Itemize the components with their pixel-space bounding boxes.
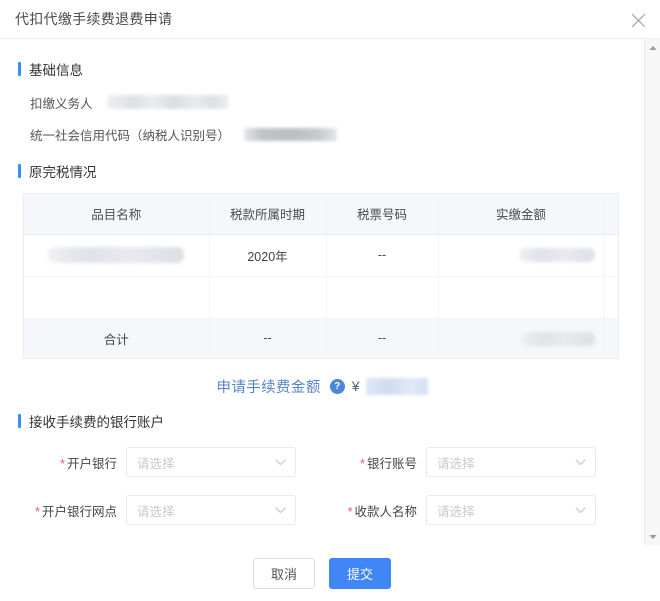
currency-symbol: ¥ xyxy=(351,378,360,394)
value-credit-code-redacted xyxy=(244,127,338,141)
section-header-bank-account: 接收手续费的银行账户 xyxy=(18,411,626,431)
refund-application-dialog: 代扣代缴手续费退费申请 基础信息 扣缴义务人 统一社会信用代码（纳税人识别号） xyxy=(0,0,660,601)
dialog-body: 基础信息 扣缴义务人 统一社会信用代码（纳税人识别号） 原完税情况 品目名称 税… xyxy=(0,39,660,545)
column-header-item-name: 品目名称 xyxy=(24,194,210,235)
form-row-1: * 开户银行 请选择 * 银行账号 请选择 xyxy=(18,447,626,477)
required-mark: * xyxy=(35,504,40,519)
label-text: 银行账号 xyxy=(366,456,417,471)
select-placeholder: 请选择 xyxy=(137,504,175,519)
tax-table-head: 品目名称 税款所属时期 税票号码 实缴金额 xyxy=(24,194,618,235)
cell-tax-period: 2020年 xyxy=(209,234,327,277)
label-text: 开户银行 xyxy=(66,456,117,471)
dialog-scroll-content: 基础信息 扣缴义务人 统一社会信用代码（纳税人识别号） 原完税情况 品目名称 税… xyxy=(0,39,644,545)
cell-spacer xyxy=(604,234,618,277)
dialog-footer: 取消 提交 xyxy=(0,545,660,601)
vertical-scrollbar[interactable] xyxy=(644,39,660,545)
select-placeholder: 请选择 xyxy=(137,456,175,471)
required-mark: * xyxy=(60,456,65,471)
value-item-name-redacted xyxy=(48,247,185,263)
label-payee-name: * 收款人名称 xyxy=(330,501,426,520)
table-row-empty xyxy=(24,276,618,319)
cell-total-tax-period: -- xyxy=(209,318,327,358)
submit-button[interactable]: 提交 xyxy=(329,557,392,589)
section-accent-bar xyxy=(18,414,21,428)
chevron-down-icon xyxy=(275,453,286,471)
chevron-down-icon xyxy=(575,501,586,519)
question-mark-icon[interactable]: ? xyxy=(329,378,345,394)
select-payee-name[interactable]: 请选择 xyxy=(426,495,596,525)
select-opening-bank[interactable]: 请选择 xyxy=(126,447,296,477)
dialog-header: 代扣代缴手续费退费申请 xyxy=(0,0,660,39)
tax-table-body: 2020年 -- 合计 -- -- xyxy=(24,234,618,358)
cell-total-tax-bill-no: -- xyxy=(326,318,439,358)
cell-tax-bill-no: -- xyxy=(326,234,439,277)
scroll-down-arrow-icon[interactable] xyxy=(645,528,660,545)
tax-table-wrapper: 品目名称 税款所属时期 税票号码 实缴金额 2020年 -- 合计 -- -- xyxy=(23,193,619,359)
section-title-original-tax: 原完税情况 xyxy=(29,165,97,180)
label-credit-code: 统一社会信用代码（纳税人识别号） xyxy=(30,128,231,143)
required-mark: * xyxy=(347,504,353,519)
cell-paid-amount xyxy=(438,234,605,277)
label-opening-bank: * 开户银行 xyxy=(30,453,126,472)
section-header-basic-info: 基础信息 xyxy=(18,59,626,79)
section-accent-bar xyxy=(18,164,21,178)
close-icon[interactable] xyxy=(626,8,650,32)
table-total-row: 合计 -- -- xyxy=(24,318,618,358)
value-fee-amount-redacted xyxy=(365,377,428,395)
cancel-button[interactable]: 取消 xyxy=(252,557,315,589)
label-text: 开户银行网点 xyxy=(41,504,117,519)
label-withholding-agent: 扣缴义务人 xyxy=(30,96,93,111)
select-placeholder: 请选择 xyxy=(437,504,475,519)
field-bank-branch: * 开户银行网点 请选择 xyxy=(30,495,330,525)
cell-spacer xyxy=(604,318,618,358)
fee-amount-row: 申请手续费金额 ? ¥ xyxy=(18,375,626,397)
column-header-spacer xyxy=(604,194,618,235)
cell-empty xyxy=(209,276,327,319)
select-bank-branch[interactable]: 请选择 xyxy=(126,495,296,525)
column-header-tax-period: 税款所属时期 xyxy=(209,194,327,235)
cell-empty xyxy=(326,276,439,319)
field-bank-account-no: * 银行账号 请选择 xyxy=(330,447,620,477)
cell-empty xyxy=(438,276,605,319)
value-total-amount-redacted xyxy=(521,331,595,346)
value-paid-amount-redacted xyxy=(519,248,595,263)
scroll-up-arrow-icon[interactable] xyxy=(645,39,660,56)
column-header-paid-amount: 实缴金额 xyxy=(438,194,605,235)
select-placeholder: 请选择 xyxy=(437,456,475,471)
bank-account-form: * 开户银行 请选择 * 银行账号 请选择 * 开户银行网点 请选择 * 收款人… xyxy=(18,447,626,525)
info-row-withholding-agent: 扣缴义务人 xyxy=(30,93,626,111)
cell-total-label: 合计 xyxy=(24,318,210,358)
column-header-tax-bill-no: 税票号码 xyxy=(326,194,439,235)
label-fee-amount: 申请手续费金额 xyxy=(216,379,321,396)
cell-total-paid-amount xyxy=(438,318,605,358)
tax-table: 品目名称 税款所属时期 税票号码 实缴金额 2020年 -- 合计 -- -- xyxy=(24,194,618,358)
field-opening-bank: * 开户银行 请选择 xyxy=(30,447,330,477)
cell-empty xyxy=(24,276,210,319)
table-header-row: 品目名称 税款所属时期 税票号码 实缴金额 xyxy=(24,194,618,235)
required-mark: * xyxy=(360,456,365,471)
cell-spacer xyxy=(604,276,618,319)
form-row-2: * 开户银行网点 请选择 * 收款人名称 请选择 xyxy=(18,495,626,525)
chevron-down-icon xyxy=(275,501,286,519)
label-bank-account-no: * 银行账号 xyxy=(330,453,426,472)
section-title-basic-info: 基础信息 xyxy=(29,63,83,78)
value-withholding-agent-redacted xyxy=(106,95,229,109)
label-bank-branch: * 开户银行网点 xyxy=(30,501,126,520)
table-row[interactable]: 2020年 -- xyxy=(24,234,618,277)
info-row-credit-code: 统一社会信用代码（纳税人识别号） xyxy=(30,125,626,143)
section-header-original-tax: 原完税情况 xyxy=(18,161,626,181)
chevron-down-icon xyxy=(575,453,586,471)
field-payee-name: * 收款人名称 请选择 xyxy=(330,495,620,525)
section-accent-bar xyxy=(18,62,21,76)
section-title-bank-account: 接收手续费的银行账户 xyxy=(29,415,164,430)
dialog-title: 代扣代缴手续费退费申请 xyxy=(15,11,173,27)
select-bank-account-no[interactable]: 请选择 xyxy=(426,447,596,477)
cell-item-name xyxy=(24,234,210,277)
label-text: 收款人名称 xyxy=(354,504,417,519)
